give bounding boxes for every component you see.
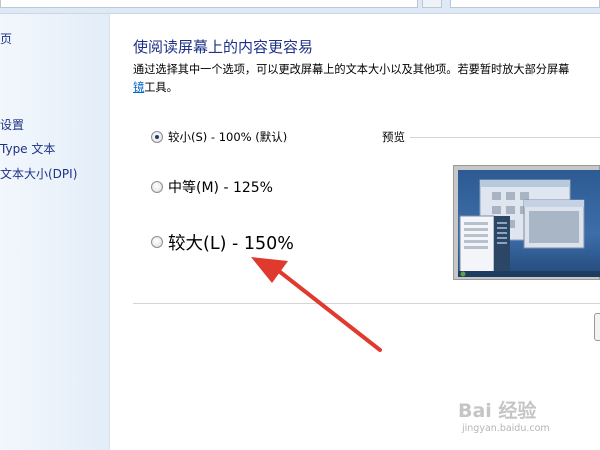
annotation-arrow [251, 257, 382, 352]
watermark-url: jingyan.baidu.com [462, 423, 550, 434]
watermark-logo: Bai 经验 [458, 400, 537, 422]
